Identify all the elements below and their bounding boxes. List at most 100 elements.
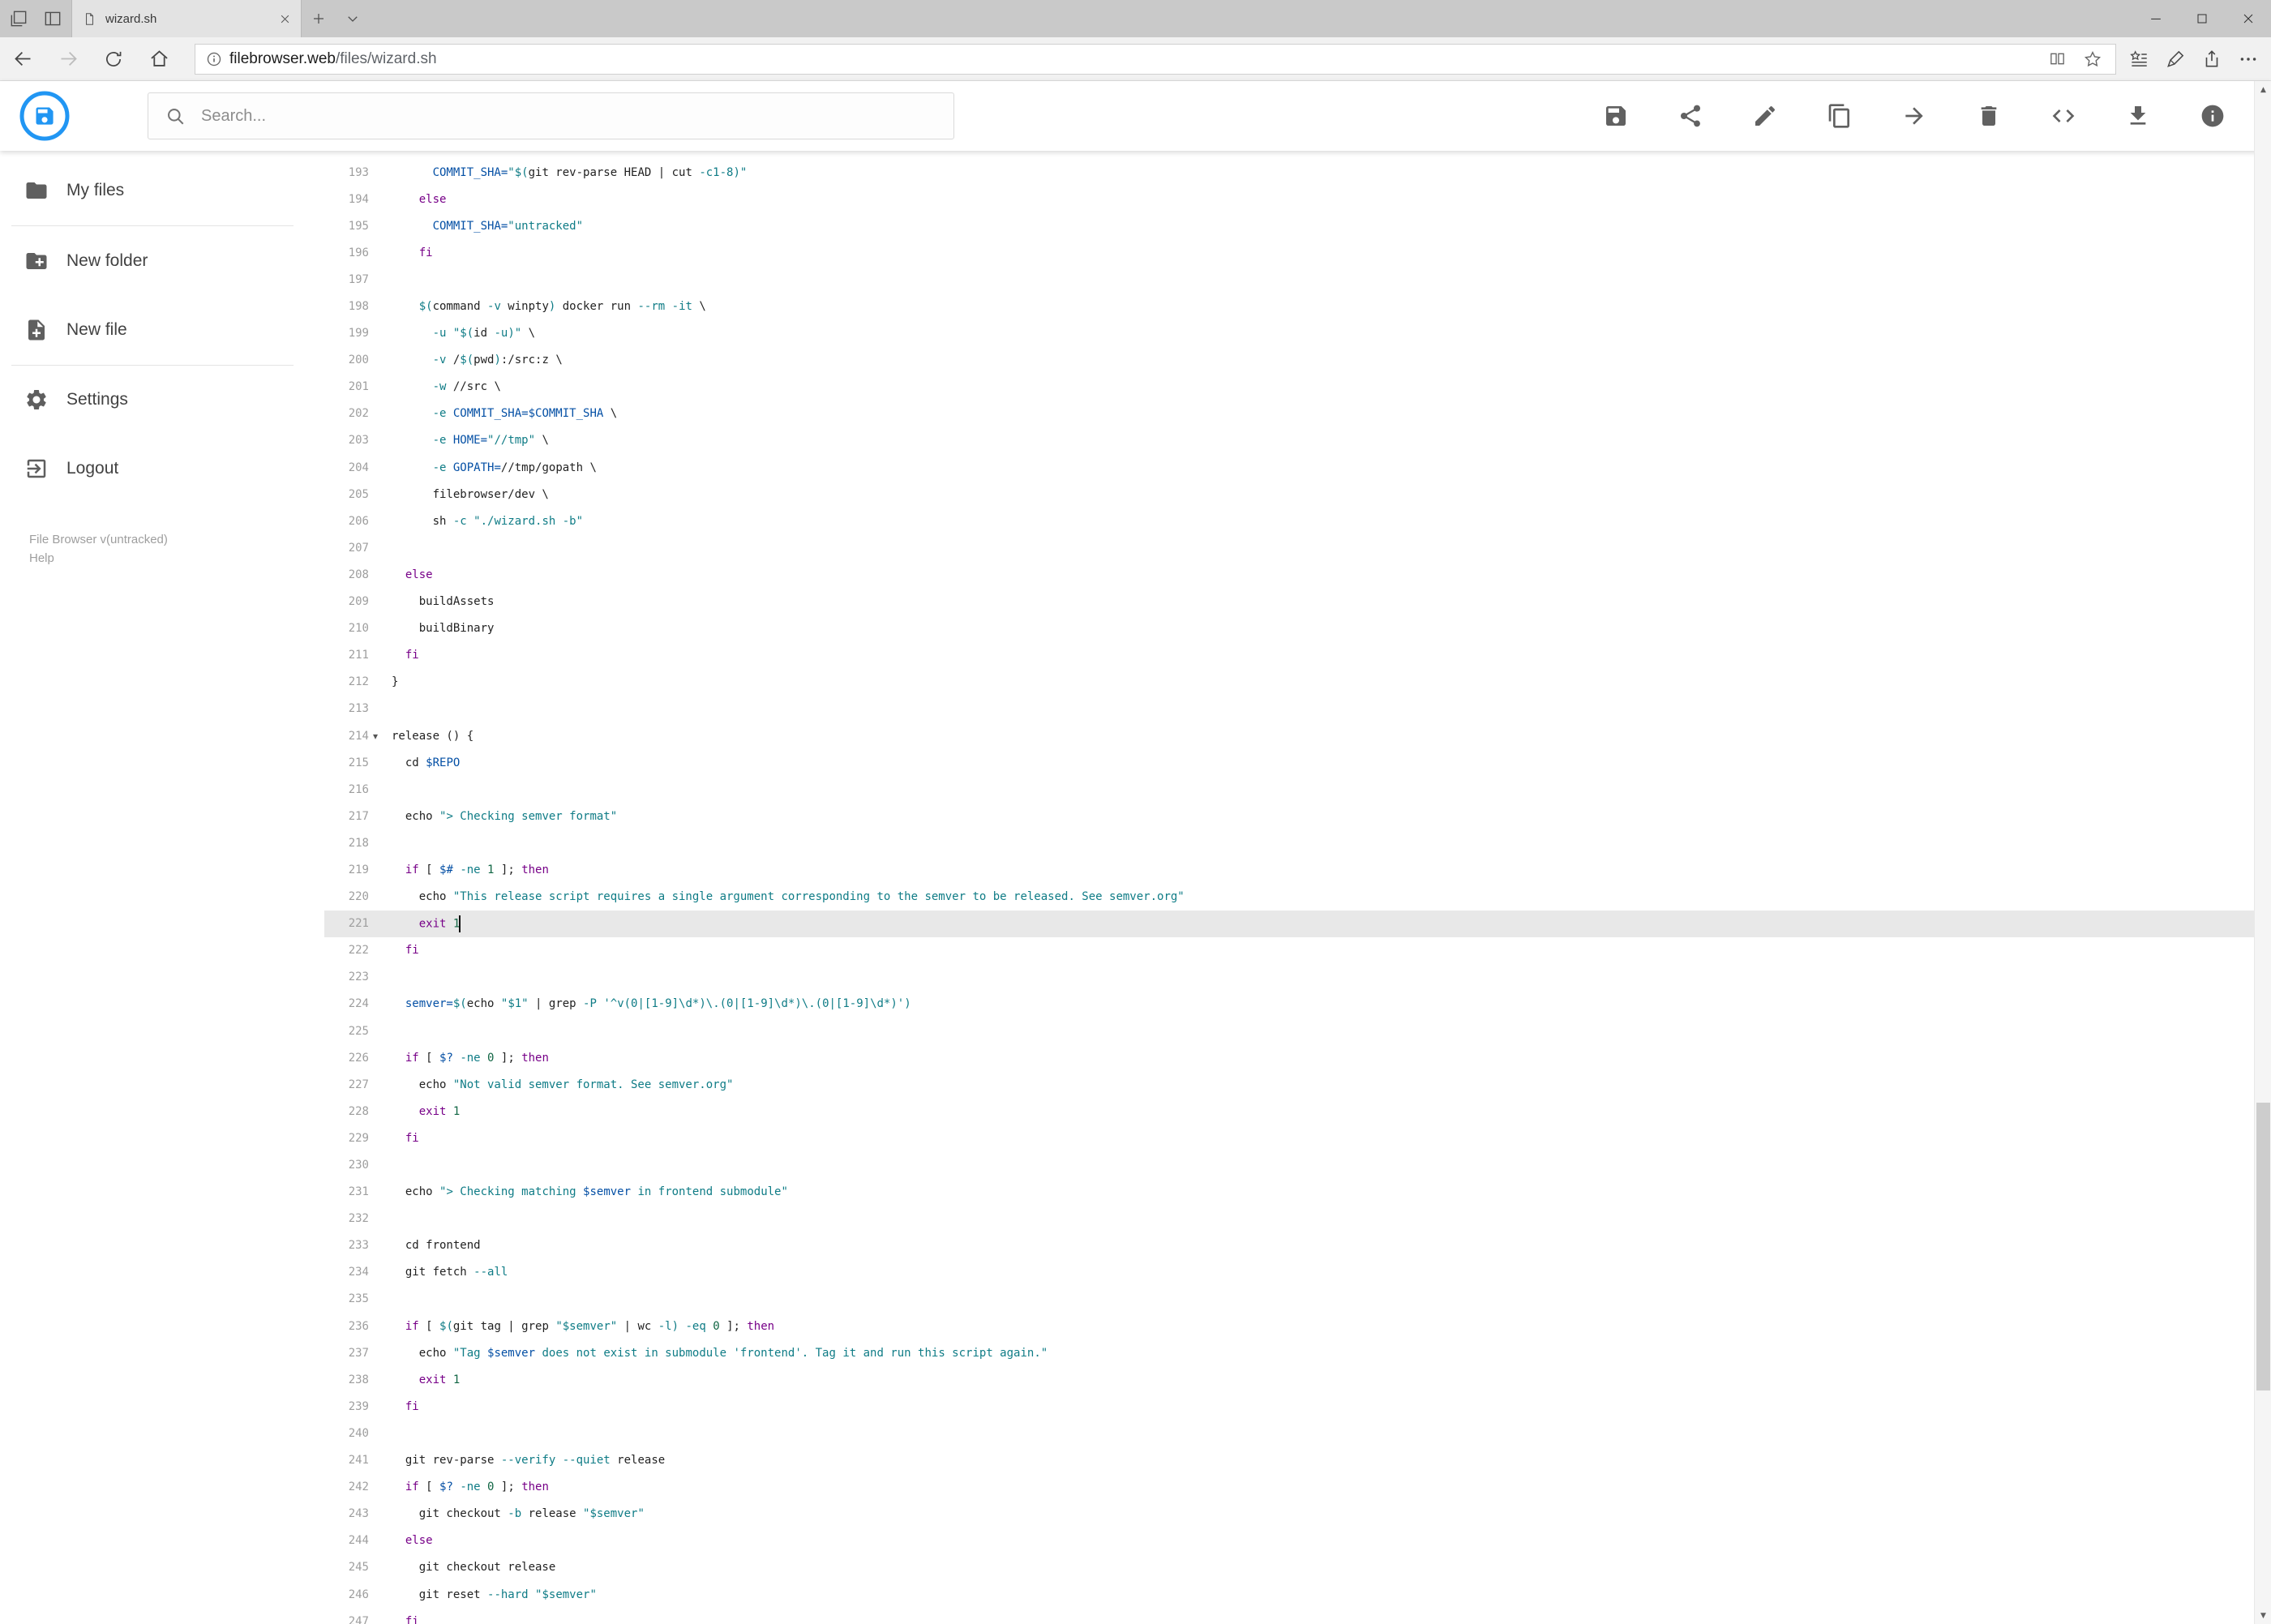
save-button[interactable]: [1579, 81, 1653, 151]
home-icon[interactable]: [136, 37, 182, 81]
code-editor[interactable]: 193 COMMIT_SHA="$(git rev-parse HEAD | c…: [324, 151, 2254, 1624]
code-line[interactable]: 220 echo "This release script requires a…: [324, 884, 2254, 911]
page-scrollbar[interactable]: ▲ ▼: [2254, 81, 2271, 1624]
new-tab-button[interactable]: [302, 0, 336, 37]
code-line[interactable]: 199 -u "$(id -u)" \: [324, 320, 2254, 347]
code-line[interactable]: 194 else: [324, 186, 2254, 212]
code-line[interactable]: 232: [324, 1206, 2254, 1232]
code-line[interactable]: 246 git reset --hard "$semver": [324, 1581, 2254, 1608]
code-line[interactable]: 219 if [ $# -ne 1 ]; then: [324, 856, 2254, 883]
scroll-down-icon[interactable]: ▼: [2255, 1607, 2271, 1624]
move-button[interactable]: [1877, 81, 1952, 151]
code-line[interactable]: 196 fi: [324, 239, 2254, 266]
tabs-aside-icon[interactable]: [8, 8, 29, 29]
code-line[interactable]: 233 cd frontend: [324, 1232, 2254, 1259]
code-line[interactable]: 247 fi: [324, 1608, 2254, 1624]
code-line[interactable]: 212}: [324, 669, 2254, 696]
code-line[interactable]: 200 -v /$(pwd):/src:z \: [324, 347, 2254, 374]
code-line[interactable]: 237 echo "Tag $semver does not exist in …: [324, 1339, 2254, 1366]
delete-button[interactable]: [1952, 81, 2026, 151]
help-link[interactable]: Help: [29, 549, 168, 568]
maximize-button[interactable]: [2179, 0, 2225, 37]
back-icon[interactable]: [0, 37, 45, 81]
code-line[interactable]: 222 fi: [324, 937, 2254, 964]
code-line[interactable]: 242 if [ $? -ne 0 ]; then: [324, 1474, 2254, 1501]
share-icon[interactable]: [2193, 37, 2230, 81]
hub-favorites-icon[interactable]: [2120, 37, 2157, 81]
scrollbar-thumb[interactable]: [2256, 1103, 2270, 1390]
code-line[interactable]: 216: [324, 776, 2254, 803]
address-bar[interactable]: filebrowser.web/files/wizard.sh: [195, 43, 2116, 75]
reading-view-icon[interactable]: [2039, 49, 2075, 68]
code-line[interactable]: 201 -w //src \: [324, 374, 2254, 401]
scroll-up-icon[interactable]: ▲: [2255, 81, 2271, 98]
code-line[interactable]: 230: [324, 1151, 2254, 1178]
code-line[interactable]: 243 git checkout -b release "$semver": [324, 1501, 2254, 1528]
raw-code-button[interactable]: [2026, 81, 2101, 151]
edit-button[interactable]: [1728, 81, 1802, 151]
sidebar-item-logout[interactable]: Logout: [0, 446, 324, 491]
code-line[interactable]: 210 buildBinary: [324, 615, 2254, 642]
code-line[interactable]: 229 fi: [324, 1125, 2254, 1151]
code-line[interactable]: 236 if [ $(git tag | grep "$semver" | wc…: [324, 1313, 2254, 1339]
code-line[interactable]: 213: [324, 696, 2254, 722]
tab-list-chevron-icon[interactable]: [336, 0, 370, 37]
code-line[interactable]: 197: [324, 266, 2254, 293]
code-line[interactable]: 221 exit 1: [324, 910, 2254, 937]
code-line[interactable]: 234 git fetch --all: [324, 1259, 2254, 1286]
code-line[interactable]: 198 $(command -v winpty) docker run --rm…: [324, 293, 2254, 319]
code-line[interactable]: 209 buildAssets: [324, 589, 2254, 615]
more-options-icon[interactable]: [2230, 37, 2266, 81]
code-line[interactable]: 244 else: [324, 1528, 2254, 1554]
code-line[interactable]: 195 COMMIT_SHA="untracked": [324, 212, 2254, 239]
site-info-icon[interactable]: [199, 50, 229, 68]
code-line[interactable]: 227 echo "Not valid semver format. See s…: [324, 1071, 2254, 1098]
fold-arrow-icon[interactable]: ▾: [369, 731, 392, 742]
download-button[interactable]: [2101, 81, 2175, 151]
code-line[interactable]: 207: [324, 534, 2254, 561]
code-line[interactable]: 228 exit 1: [324, 1098, 2254, 1125]
code-line[interactable]: 202 -e COMMIT_SHA=$COMMIT_SHA \: [324, 401, 2254, 427]
tab-preview-icon[interactable]: [42, 8, 63, 29]
code-line[interactable]: 211 fi: [324, 642, 2254, 669]
code-line[interactable]: 241 git rev-parse --verify --quiet relea…: [324, 1447, 2254, 1474]
code-line[interactable]: 204 -e GOPATH=//tmp/gopath \: [324, 454, 2254, 481]
code-line[interactable]: 225: [324, 1018, 2254, 1044]
code-line[interactable]: 193 COMMIT_SHA="$(git rev-parse HEAD | c…: [324, 159, 2254, 186]
code-line[interactable]: 231 echo "> Checking matching $semver in…: [324, 1179, 2254, 1206]
code-line[interactable]: 214 ▾ release () {: [324, 722, 2254, 749]
code-line[interactable]: 226 if [ $? -ne 0 ]; then: [324, 1044, 2254, 1071]
code-line[interactable]: 240: [324, 1420, 2254, 1446]
sidebar-item-my-files[interactable]: My files: [0, 168, 324, 213]
web-note-pen-icon[interactable]: [2157, 37, 2193, 81]
code-line[interactable]: 218: [324, 829, 2254, 856]
code-line[interactable]: 215 cd $REPO: [324, 749, 2254, 776]
sidebar-item-new-file[interactable]: New file: [0, 307, 324, 353]
code-line[interactable]: 217 echo "> Checking semver format": [324, 803, 2254, 829]
code-line[interactable]: 203 -e HOME="//tmp" \: [324, 427, 2254, 454]
sidebar-item-settings[interactable]: Settings: [0, 377, 324, 422]
code-line[interactable]: 224 semver=$(echo "$1" | grep -P '^v(0|[…: [324, 991, 2254, 1018]
refresh-icon[interactable]: [91, 37, 136, 81]
search-box[interactable]: [148, 92, 954, 139]
sidebar-item-new-folder[interactable]: New folder: [0, 238, 324, 284]
minimize-button[interactable]: [2132, 0, 2179, 37]
search-input[interactable]: [201, 106, 937, 126]
tab-close-icon[interactable]: [279, 13, 291, 25]
code-line[interactable]: 239 fi: [324, 1393, 2254, 1420]
code-line[interactable]: 238 exit 1: [324, 1366, 2254, 1393]
browser-tab[interactable]: wizard.sh: [71, 0, 302, 37]
code-line[interactable]: 206 sh -c "./wizard.sh -b": [324, 508, 2254, 534]
code-line[interactable]: 245 git checkout release: [324, 1554, 2254, 1581]
close-button[interactable]: [2225, 0, 2271, 37]
info-button[interactable]: [2175, 81, 2250, 151]
code-line[interactable]: 235: [324, 1286, 2254, 1313]
forward-icon[interactable]: [45, 37, 91, 81]
code-line[interactable]: 208 else: [324, 561, 2254, 588]
filebrowser-logo[interactable]: [19, 91, 70, 141]
copy-button[interactable]: [1802, 81, 1877, 151]
share-file-button[interactable]: [1653, 81, 1728, 151]
code-line[interactable]: 223: [324, 964, 2254, 991]
code-line[interactable]: 205 filebrowser/dev \: [324, 481, 2254, 508]
favorite-star-icon[interactable]: [2075, 49, 2110, 69]
